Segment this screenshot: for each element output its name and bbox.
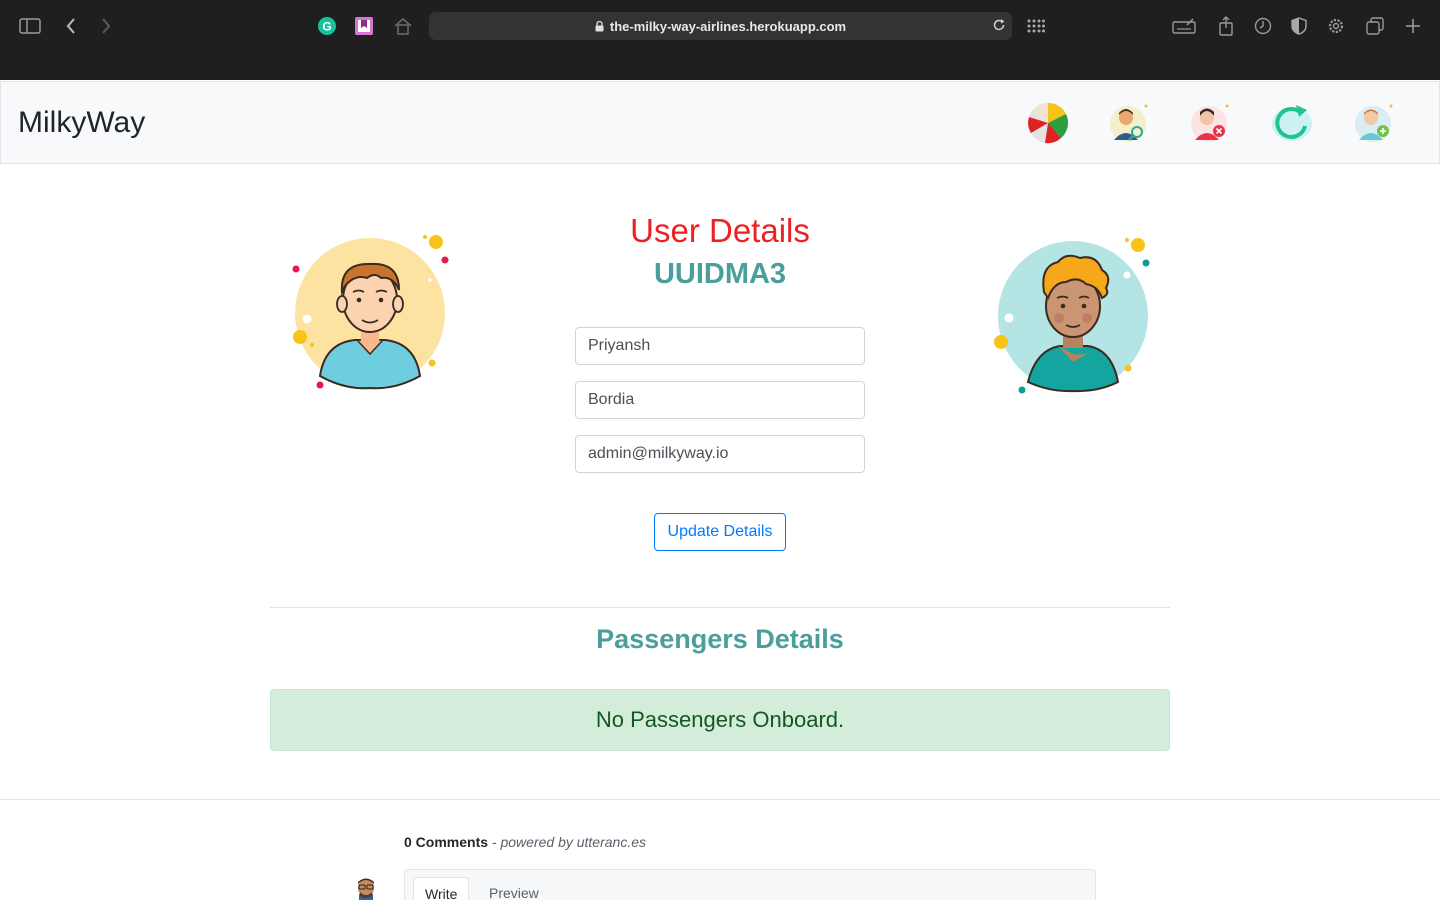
grammarly-icon[interactable]: G [313, 12, 341, 40]
delete-user-icon[interactable] [1187, 100, 1233, 146]
user-uuid: UUIDMA3 [653, 258, 787, 290]
browser-toolbar: G the-milky-way-airlines.herokuapp.com [0, 0, 1440, 80]
comments-count: 0 Comments [404, 834, 489, 850]
footer-divider [0, 799, 1440, 800]
bookmark-extension-icon[interactable] [350, 12, 378, 40]
back-icon[interactable] [57, 12, 85, 40]
email-input[interactable] [575, 435, 865, 473]
new-tab-icon[interactable] [1399, 12, 1427, 40]
sidebar-icon[interactable] [16, 12, 44, 40]
shield-icon[interactable] [1285, 12, 1313, 40]
commenter-avatar [358, 878, 374, 900]
comments-powered-by[interactable]: - powered by utteranc.es [488, 834, 646, 850]
no-passengers-alert: No Passengers Onboard. [270, 689, 1170, 751]
comments-header: 0 Comments - powered by utteranc.es [404, 834, 646, 850]
passengers-details-heading: Passengers Details [596, 624, 844, 654]
lock-icon [595, 20, 604, 32]
address-bar[interactable]: the-milky-way-airlines.herokuapp.com [429, 12, 1012, 40]
section-divider [270, 607, 1170, 608]
url-text: the-milky-way-airlines.herokuapp.com [609, 18, 847, 34]
add-user-icon[interactable] [1351, 100, 1397, 146]
stats-pie-icon[interactable] [1025, 100, 1071, 146]
forward-icon[interactable] [92, 12, 120, 40]
tab-preview[interactable]: Preview [478, 877, 550, 900]
search-user-icon[interactable] [1106, 100, 1152, 146]
app-navbar: MilkyWay [0, 81, 1440, 164]
tabs-icon[interactable] [1361, 12, 1389, 40]
last-name-input[interactable] [575, 381, 865, 419]
brand-logo[interactable]: MilkyWay [18, 106, 145, 140]
share-icon[interactable] [1212, 12, 1240, 40]
user-details-heading: User Details [630, 212, 810, 249]
first-name-input[interactable] [575, 327, 865, 365]
history-icon[interactable] [1249, 12, 1277, 40]
reload-icon[interactable] [992, 18, 1006, 32]
male-avatar-illustration [292, 235, 449, 390]
tab-write[interactable]: Write [413, 877, 470, 900]
no-passengers-text: No Passengers Onboard. [595, 707, 845, 732]
svg-text:G: G [322, 20, 331, 34]
keyboard-icon[interactable] [1170, 12, 1198, 40]
update-details-button[interactable]: Update Details [654, 513, 786, 551]
grid-icon[interactable] [1022, 12, 1050, 40]
home-icon[interactable] [389, 12, 417, 40]
refresh-icon[interactable] [1269, 100, 1315, 146]
gear-icon[interactable] [1322, 12, 1350, 40]
